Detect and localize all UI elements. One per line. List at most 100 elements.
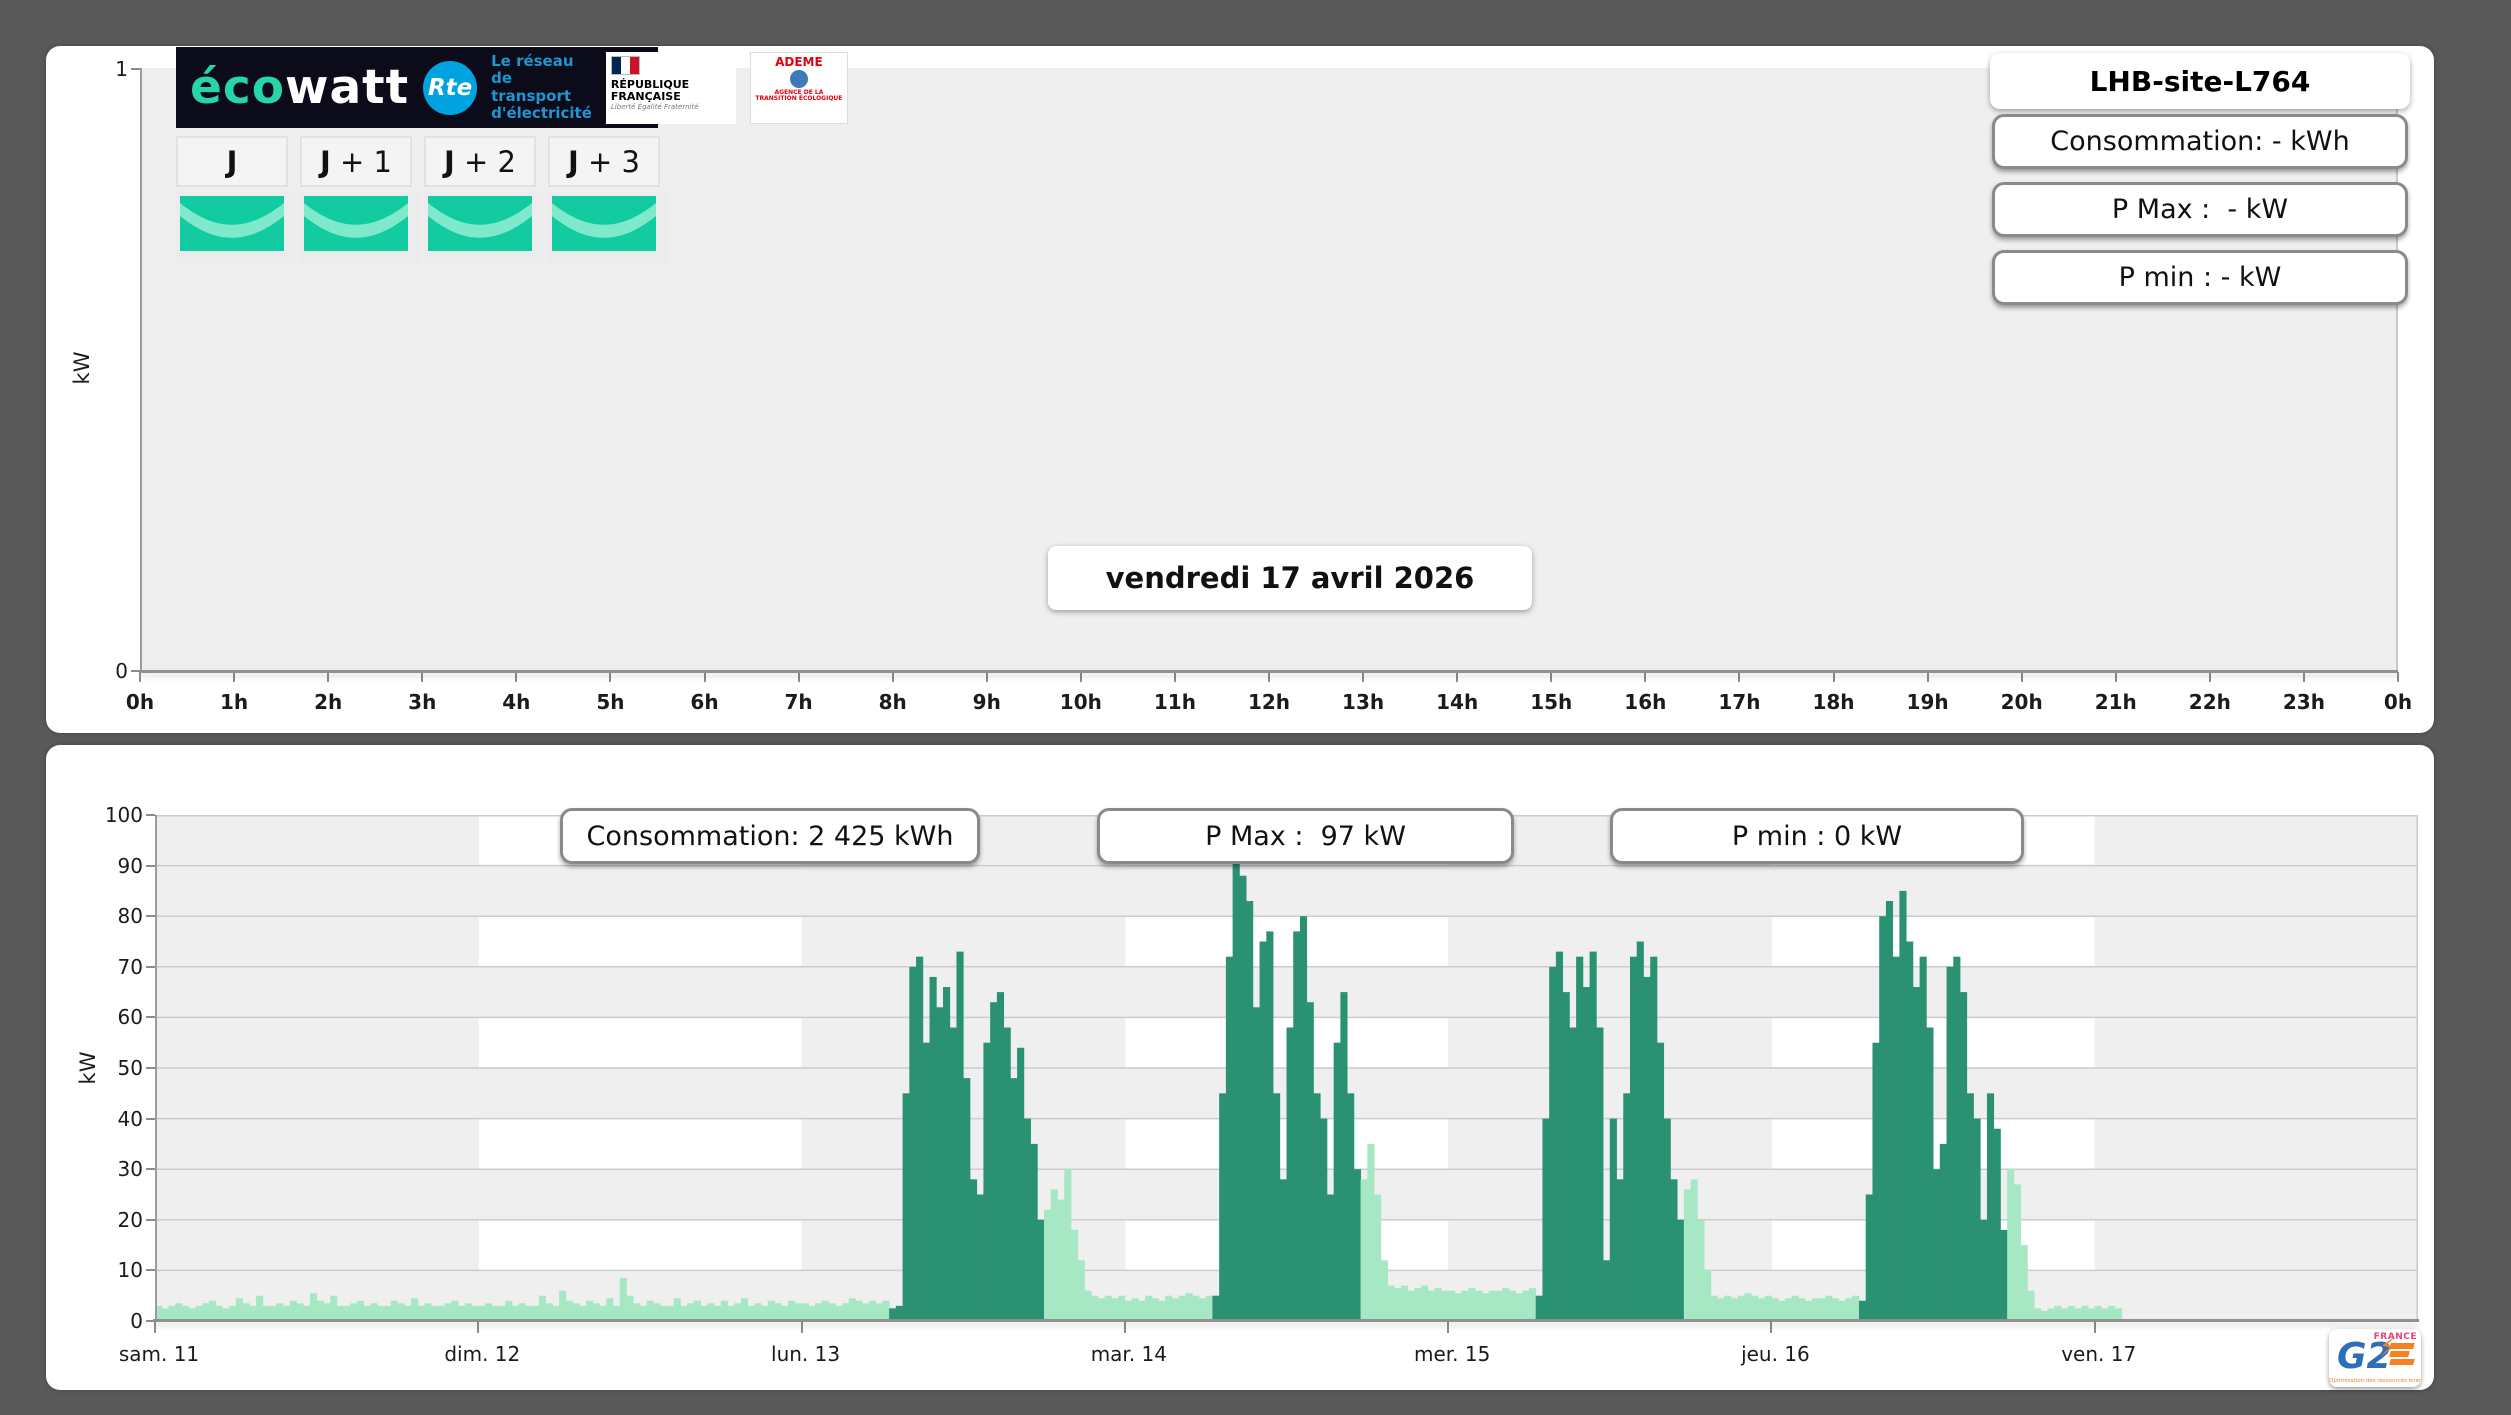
forecast-ymax-tick xyxy=(131,68,140,70)
forecast-consumption-box: Consommation: - kWh xyxy=(1992,114,2408,169)
history-consumption-box: Consommation: 2 425 kWh xyxy=(560,808,980,864)
forecast-hour-tick xyxy=(1926,672,1929,682)
ecowatt-wordmark: écowatt xyxy=(190,64,409,111)
day-button-j+3[interactable]: J + 3 xyxy=(548,136,660,187)
forecast-hour-tick xyxy=(797,672,800,682)
forecast-hour-label: 15h xyxy=(1530,690,1573,714)
ecowatt-signal-tile xyxy=(176,192,296,263)
g2e-e-glyph xyxy=(2389,1343,2415,1367)
history-plot-area xyxy=(155,815,2418,1321)
ademe-logo: ADEME AGENCE DE LA TRANSITION ÉCOLOGIQUE xyxy=(749,51,848,124)
ecowatt-signal-tile xyxy=(300,192,420,263)
g2e-tagline: Optimisation des ressources énergétiques xyxy=(2329,1378,2421,1384)
history-day-tick xyxy=(154,1322,156,1333)
forecast-hour-tick xyxy=(327,672,330,682)
rte-tagline-line: de transport xyxy=(491,69,572,105)
french-flag-icon xyxy=(610,55,640,75)
forecast-hour-label: 11h xyxy=(1153,690,1196,714)
forecast-hour-label: 4h xyxy=(502,690,531,714)
forecast-hour-label: 8h xyxy=(878,690,907,714)
history-ytick-label: 100 xyxy=(104,803,143,827)
forecast-hour-label: 10h xyxy=(1059,690,1102,714)
history-ytick xyxy=(146,1067,155,1069)
history-day-tick xyxy=(2093,1322,2096,1333)
history-ylabel: kW xyxy=(76,1051,100,1085)
forecast-hour-label: 0h xyxy=(125,690,155,714)
history-day-label: dim. 12 xyxy=(444,1342,521,1366)
republique-name: RÉPUBLIQUE FRANÇAISE xyxy=(610,78,690,103)
rte-tagline-line: Le réseau xyxy=(491,52,574,70)
forecast-ymin-label: 0 xyxy=(115,659,128,683)
day-button-j[interactable]: J xyxy=(176,136,288,187)
history-day-tick xyxy=(1447,1322,1450,1333)
history-ytick xyxy=(146,915,155,918)
rte-tagline-line: d'électricité xyxy=(491,103,592,122)
ecowatt-watt-text: watt xyxy=(285,60,410,115)
history-day-label: mar. 14 xyxy=(1090,1342,1167,1366)
forecast-hour-tick xyxy=(2302,672,2305,682)
republique-motto: Liberté Égalité Fraternité xyxy=(610,103,699,112)
forecast-hour-label: 12h xyxy=(1247,690,1291,714)
ecowatt-eco-text: éco xyxy=(190,60,286,115)
history-day-label: lun. 13 xyxy=(771,1342,841,1366)
history-ytick-label: 60 xyxy=(117,1005,143,1030)
history-pmin-box: P min : 0 kW xyxy=(1610,808,2024,864)
history-ytick xyxy=(146,1117,155,1120)
history-ytick-label: 30 xyxy=(117,1157,143,1182)
history-ytick xyxy=(146,1016,155,1019)
history-pmax-box: P Max : 97 kW xyxy=(1097,808,1514,864)
forecast-hour-tick xyxy=(2397,672,2399,682)
forecast-hour-label: 16h xyxy=(1624,690,1667,714)
history-day-tick xyxy=(477,1322,480,1333)
forecast-hour-tick xyxy=(2208,672,2211,682)
ecowatt-logo: écowatt Rte Le réseau de transport d'élect… xyxy=(176,47,848,128)
forecast-hour-tick xyxy=(1738,672,1741,682)
forecast-hour-label: 13h xyxy=(1342,690,1385,714)
forecast-hour-label: 21h xyxy=(2094,690,2137,714)
history-day-label: sam. 11 xyxy=(118,1342,200,1366)
forecast-hour-tick xyxy=(985,672,988,682)
history-ytick xyxy=(146,965,155,968)
site-name-box: LHB-site-L764 xyxy=(1990,53,2410,109)
ademe-subtitle: AGENCE DE LA TRANSITION ÉCOLOGIQUE xyxy=(755,88,843,103)
forecast-hour-tick xyxy=(1268,672,1270,682)
forecast-x-axis-line xyxy=(140,670,2398,673)
history-ytick xyxy=(146,1168,155,1171)
history-ytick-label: 10 xyxy=(117,1258,143,1283)
history-ytick xyxy=(146,864,155,867)
history-ytick-label: 70 xyxy=(117,954,143,979)
forecast-pmax-box: P Max : - kW xyxy=(1992,182,2408,237)
forecast-hour-tick xyxy=(703,672,706,682)
day-button-j+1[interactable]: J + 1 xyxy=(300,136,412,187)
ademe-globe-icon xyxy=(789,69,808,88)
day-button-j+2[interactable]: J + 2 xyxy=(424,136,536,187)
forecast-hour-tick xyxy=(1550,672,1553,682)
forecast-hour-label: 18h xyxy=(1812,690,1855,714)
history-ytick xyxy=(146,814,155,816)
ecowatt-signal-tile xyxy=(424,192,544,263)
forecast-hour-tick xyxy=(1362,672,1365,682)
ecowatt-signal-tile xyxy=(548,192,668,263)
forecast-hour-tick xyxy=(1832,672,1835,682)
g2e-france-label: FRANCE xyxy=(2373,1332,2417,1342)
forecast-hour-tick xyxy=(609,672,612,682)
forecast-hour-label: 20h xyxy=(2000,690,2043,714)
forecast-hour-tick xyxy=(515,672,518,682)
g2e-logo: G2 ⚡ FRANCE Optimisation des ressources … xyxy=(2329,1329,2421,1387)
forecast-hour-label: 1h xyxy=(220,690,249,714)
forecast-hour-label: 22h xyxy=(2188,690,2231,714)
history-ytick-label: 50 xyxy=(117,1056,143,1080)
history-ytick xyxy=(146,1269,155,1272)
history-ytick-label: 20 xyxy=(117,1207,143,1232)
forecast-hour-tick xyxy=(2114,672,2117,682)
history-ytick-label: 90 xyxy=(117,853,143,878)
history-day-label: ven. 17 xyxy=(2061,1342,2137,1366)
forecast-hour-label: 7h xyxy=(784,690,813,714)
republique-francaise-logo: RÉPUBLIQUE FRANÇAISE Liberté Égalité Fra… xyxy=(605,51,736,124)
forecast-hour-tick xyxy=(421,672,424,682)
forecast-hour-tick xyxy=(139,672,141,682)
forecast-hour-tick xyxy=(2020,672,2023,682)
forecast-ylabel: kW xyxy=(70,351,94,385)
history-x-axis-line xyxy=(153,1319,2419,1322)
ademe-title: ADEME xyxy=(775,54,823,69)
